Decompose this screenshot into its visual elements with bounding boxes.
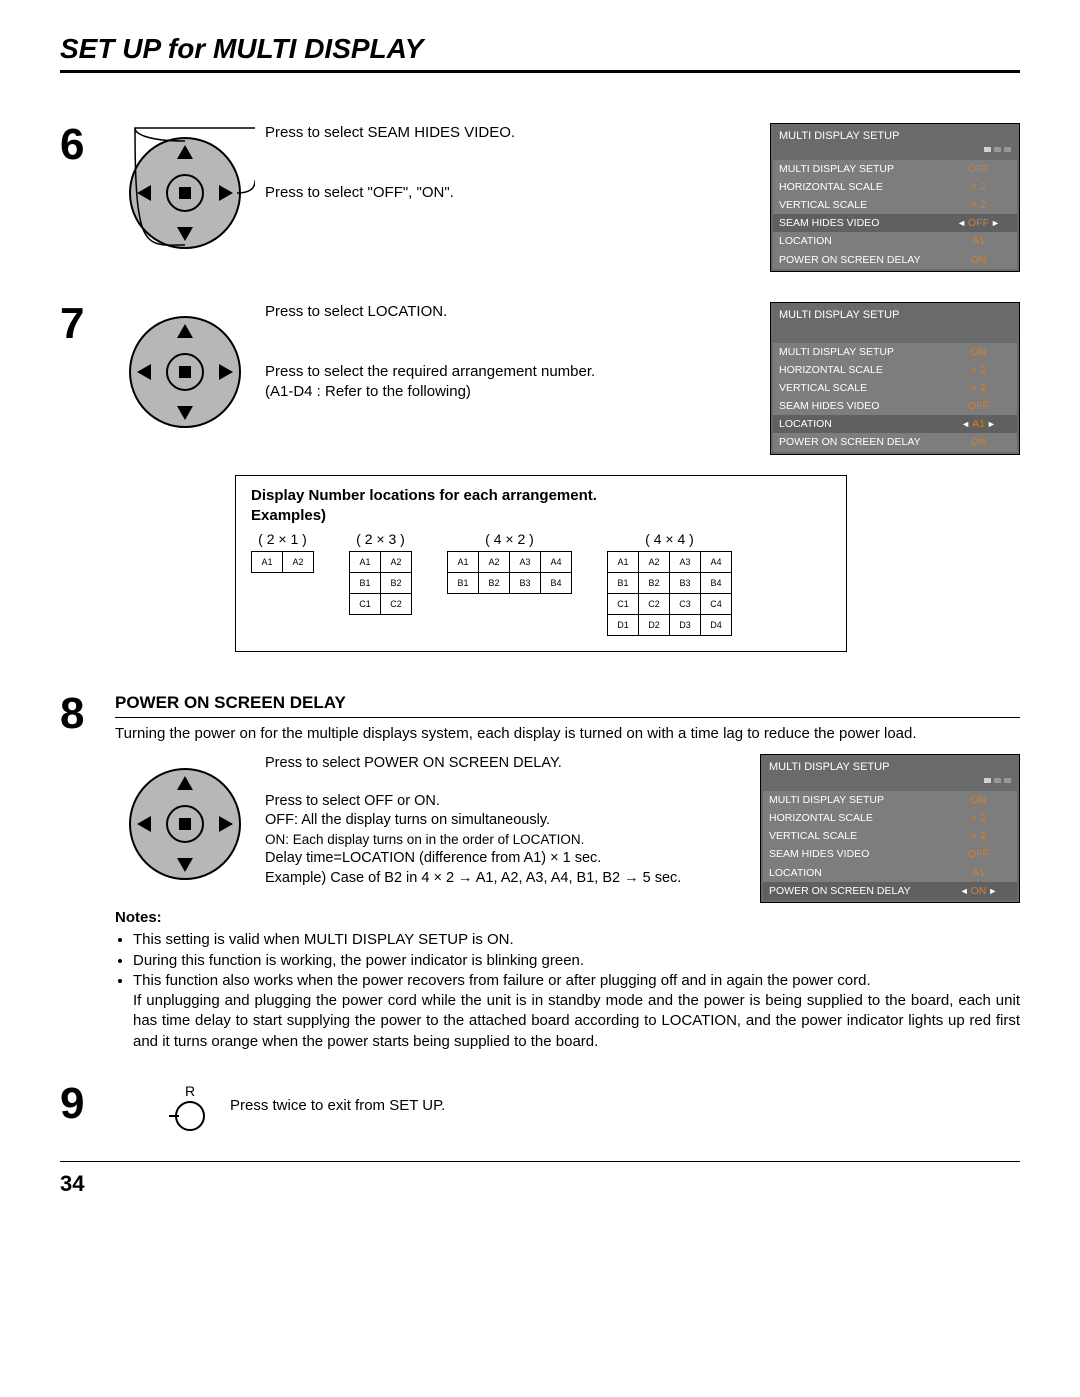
step-7: 7 Press to select LOCATION. Press to sel… xyxy=(60,302,1020,662)
instruction-text: Press to select LOCATION. xyxy=(265,302,760,322)
section-heading: POWER ON SCREEN DELAY xyxy=(115,692,1020,718)
dpad-icon xyxy=(115,123,255,253)
instruction-text: Press to select the required arrangement… xyxy=(265,363,595,380)
step-number: 8 xyxy=(60,692,115,736)
osd-menu: MULTI DISPLAY SETUP MULTI DISPLAY SETUPO… xyxy=(770,302,1020,455)
footer-divider xyxy=(60,1161,1020,1162)
note-item: This function also works when the power … xyxy=(133,971,1020,1052)
step-9: 9 R Press twice to exit from SET UP. xyxy=(60,1082,1020,1131)
instruction-text: Press to select "OFF", "ON". xyxy=(265,183,760,203)
step-8: 8 POWER ON SCREEN DELAY Turning the powe… xyxy=(60,692,1020,1052)
step-number: 6 xyxy=(60,123,115,167)
arrangement-grid: ( 4 × 2 )A1A2A3A4B1B2B3B4 xyxy=(447,530,572,594)
instruction-text: OFF: All the display turns on simultaneo… xyxy=(265,811,750,831)
dpad-icon xyxy=(115,754,255,884)
examples-box: Display Number locations for each arrang… xyxy=(235,475,847,652)
step-number: 7 xyxy=(60,302,115,346)
instruction-text: Press to select OFF or ON. xyxy=(265,792,750,812)
instruction-text: Press to select SEAM HIDES VIDEO. xyxy=(265,123,760,143)
page-number: 34 xyxy=(60,1169,1020,1199)
step-6: 6 Press to select SEAM H xyxy=(60,123,1020,272)
instruction-text: ON: Each display turns on in the order o… xyxy=(265,831,750,849)
arrangement-grid: ( 2 × 1 )A1A2 xyxy=(251,530,314,573)
osd-menu: MULTI DISPLAY SETUP MULTI DISPLAY SETUPO… xyxy=(760,754,1020,903)
instruction-text: Delay time=LOCATION (difference from A1)… xyxy=(265,849,750,869)
instruction-text: Press to select POWER ON SCREEN DELAY. xyxy=(265,754,750,774)
dpad-icon xyxy=(115,302,255,432)
page-title: SET UP for MULTI DISPLAY xyxy=(60,30,1020,73)
instruction-text: Example) Case of B2 in 4 × 2 → A1, A2, A… xyxy=(265,869,750,889)
note-item: This setting is valid when MULTI DISPLAY… xyxy=(133,930,1020,950)
r-label: R xyxy=(175,1082,205,1101)
instruction-text: (A1-D4 : Refer to the following) xyxy=(265,383,471,400)
instruction-text: Press twice to exit from SET UP. xyxy=(230,1096,445,1116)
notes-heading: Notes: xyxy=(115,909,162,926)
note-item: During this function is working, the pow… xyxy=(133,951,1020,971)
arrangement-grid: ( 2 × 3 )A1A2B1B2C1C2 xyxy=(349,530,412,615)
intro-text: Turning the power on for the multiple di… xyxy=(115,724,1020,744)
osd-menu: MULTI DISPLAY SETUP MULTI DISPLAY SETUPO… xyxy=(770,123,1020,272)
arrangement-grid: ( 4 × 4 )A1A2A3A4B1B2B3B4C1C2C3C4D1D2D3D… xyxy=(607,530,732,636)
r-button-icon xyxy=(175,1101,205,1131)
step-number: 9 xyxy=(60,1082,115,1126)
